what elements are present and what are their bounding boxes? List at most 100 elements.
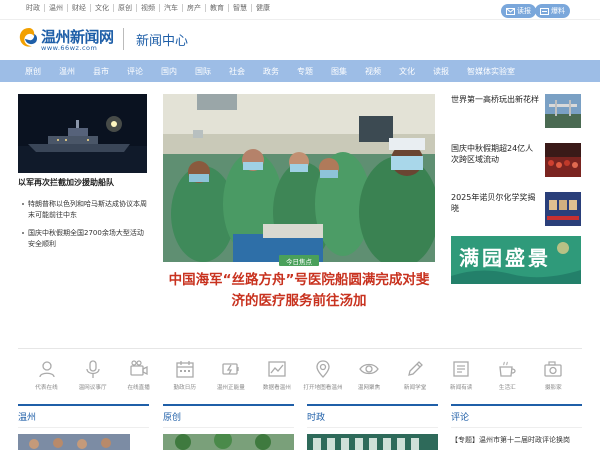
topnav-item[interactable]: 教育 [206,4,229,12]
logo-url: www.66wz.com [41,44,98,52]
user-icon [38,361,55,378]
feature-label: 温网议事厅 [78,385,107,391]
feature-label: 数据看温州 [262,385,291,391]
surgery-photo [163,94,435,262]
feature-label: 新闻学堂 [403,385,427,391]
column-comment: 评论 【专题】温州市第十二届时政评论换岗 [451,404,582,450]
hero-image[interactable] [163,94,435,262]
column-bar [307,404,438,406]
topnav-item[interactable]: 原创 [114,4,137,12]
mainnav-item[interactable]: 国际 [186,66,220,77]
tip-off-label: 爆料 [551,7,565,15]
nobel-thumb [545,192,581,226]
left-news-image[interactable] [18,94,147,173]
feature-calendar[interactable]: 勤政日历 [162,359,207,398]
bullet-dot [22,203,24,205]
feature-label: 打开地图看温州 [303,385,343,391]
right-news-item[interactable]: 国庆中秋假期超24亿人次跨区域流动 [451,143,586,183]
chart-icon [268,361,286,377]
mainnav-item[interactable]: 专题 [288,66,322,77]
topnav-item[interactable]: 文化 [91,4,114,12]
promo-banner[interactable]: 满园盛景 [451,236,581,284]
mainnav-item[interactable]: 视频 [356,66,390,77]
feature-label: 温网聚焦 [357,385,381,391]
comment-item[interactable]: 【专题】温州市第十二届时政评论换岗 [451,435,582,445]
right-news-item[interactable]: 世界第一高桥玩出新花样 [451,94,586,134]
focus-tag: 今日焦点 [279,255,319,266]
read-paper-button[interactable]: 读报 [501,4,536,18]
feature-label: 在线直播 [127,385,150,391]
topnav-item[interactable]: 房产 [183,4,206,12]
ship-night-image [18,94,147,173]
column-heading[interactable]: 温州 [18,410,36,423]
feature-focus[interactable]: 温网聚焦 [347,359,392,398]
left-news-text: 国庆中秋假期全国2700余场大型活动安全顺利 [28,229,144,248]
column-heading[interactable]: 原创 [163,410,181,423]
feature-user[interactable]: 代表在线 [24,359,69,398]
mainnav-item[interactable]: 文化 [390,66,424,77]
topnav-item[interactable]: 财经 [68,4,91,12]
topnav-item[interactable]: 健康 [252,4,274,12]
column-heading[interactable]: 时政 [307,410,325,423]
mainnav-item[interactable]: 政务 [254,66,288,77]
right-news-thumb [545,143,581,177]
feature-school[interactable]: 新闻学堂 [393,359,438,398]
left-headline[interactable]: 以军再次拦截加沙援助船队 [18,177,114,188]
bullet-dot [22,232,24,234]
mainnav-item[interactable]: 社会 [220,66,254,77]
feature-read[interactable]: 新闻有读 [439,359,484,398]
mainnav-item[interactable]: 县市 [84,66,118,77]
feature-icon-row: 代表在线 温网议事厅 在线直播 勤政日历 温州正能量 数据看温州 打开地图看温州… [18,348,582,398]
mainnav-item[interactable]: 温州 [50,66,84,77]
column-heading[interactable]: 评论 [451,410,469,423]
left-news-item[interactable]: 特朗普称以色列和哈马斯达成协议本周末可能前往中东 [18,199,148,221]
feature-label: 温州正能量 [216,385,245,391]
feature-map[interactable]: 打开地图看温州 [300,359,345,398]
top-bar: 时政 温州 财经 文化 原创 视频 汽车 房产 教育 智慧 健康 读报 爆料 [0,0,600,20]
feature-label: 生活汇 [498,385,516,391]
topnav-item[interactable]: 智慧 [229,4,252,12]
column-thumb[interactable] [307,434,438,450]
mainnav-item[interactable]: 图集 [322,66,356,77]
mainnav-item[interactable]: 智媒体实验室 [458,66,524,77]
column-thumb[interactable] [18,434,130,450]
section-title: 新闻中心 [136,34,189,49]
column-divider [18,427,149,428]
trees-thumb [163,434,294,450]
topnav-item[interactable]: 汽车 [160,4,183,12]
feature-data[interactable]: 数据看温州 [254,359,299,398]
mainnav-item[interactable]: 原创 [16,66,50,77]
logo-divider [123,28,124,50]
topnav-item[interactable]: 时政 [22,4,45,12]
tip-off-button[interactable]: 爆料 [535,4,570,18]
column-thumb[interactable] [163,434,294,450]
mail-icon [506,7,515,15]
map-pin-icon [316,360,330,378]
right-news-thumb [545,94,581,128]
feature-live[interactable]: 在线直播 [116,359,161,398]
hero-headline[interactable]: 中国海军“丝路方舟”号医院船圆满完成对斐济的医疗服务前往汤加 [163,270,435,312]
microphone-icon [85,360,100,378]
column-divider [451,427,582,428]
topnav-item[interactable]: 温州 [45,4,68,12]
mainnav-item[interactable]: 评论 [118,66,152,77]
feature-life[interactable]: 生活汇 [485,359,530,398]
feature-photographer[interactable]: 摄影家 [531,359,576,398]
column-divider [163,427,294,428]
calendar-icon [176,361,194,378]
cup-icon [499,361,516,377]
column-bar [163,404,294,406]
feature-label: 代表在线 [35,385,58,391]
topnav-item[interactable]: 视频 [137,4,160,12]
banner-text: 满园盛景 [459,246,551,270]
mainnav-item[interactable]: 国内 [152,66,186,77]
mainnav-item[interactable]: 读报 [424,66,458,77]
column-bar [18,404,149,406]
newspaper-icon [453,361,469,377]
feature-energy[interactable]: 温州正能量 [208,359,253,398]
camera-icon [544,361,563,377]
left-news-item[interactable]: 国庆中秋假期全国2700余场大型活动安全顺利 [18,228,148,250]
right-news-item[interactable]: 2025年诺贝尔化学奖揭晓 [451,192,586,232]
feature-label: 摄影家 [544,385,562,391]
feature-microphone[interactable]: 温网议事厅 [70,359,115,398]
